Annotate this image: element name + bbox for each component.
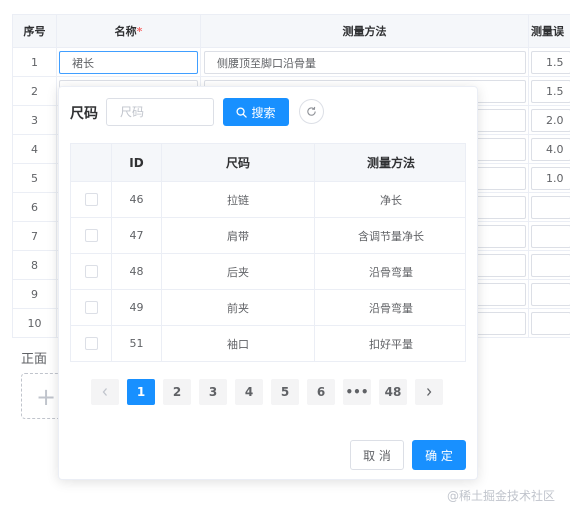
- next-page-button[interactable]: [415, 379, 443, 405]
- size-cell: 后夹: [161, 254, 314, 289]
- error-input[interactable]: [531, 225, 570, 248]
- size-table-row[interactable]: 51 袖口 扣好平量: [71, 326, 465, 362]
- size-search-input[interactable]: [106, 98, 214, 126]
- header-method: 测量方法: [314, 144, 467, 181]
- search-button[interactable]: 搜索: [223, 98, 289, 126]
- row-checkbox[interactable]: [84, 193, 98, 206]
- plus-icon: +: [36, 383, 57, 411]
- seq-cell: 8: [12, 251, 56, 279]
- header-name: 名称 *: [56, 15, 200, 47]
- page-button[interactable]: 3: [199, 379, 227, 405]
- method-input[interactable]: 侧腰顶至脚口沿骨量: [204, 51, 526, 74]
- search-label: 尺码: [70, 106, 98, 122]
- seq-cell: 6: [12, 193, 56, 221]
- error-input[interactable]: 1.5: [531, 51, 570, 74]
- seq-cell: 4: [12, 135, 56, 163]
- confirm-button[interactable]: 确 定: [412, 440, 466, 470]
- size-cell: 拉链: [161, 182, 314, 217]
- error-input[interactable]: [531, 196, 570, 219]
- chevron-right-icon: [427, 388, 432, 396]
- watermark: @稀土掘金技术社区: [447, 489, 556, 503]
- chevron-left-icon: [102, 388, 107, 396]
- error-input[interactable]: 2.0: [531, 109, 570, 132]
- page-button[interactable]: 5: [271, 379, 299, 405]
- size-cell: 袖口: [161, 326, 314, 361]
- size-table-row[interactable]: 46 拉链 净长: [71, 182, 465, 218]
- row-checkbox[interactable]: [84, 229, 98, 242]
- size-table-header: ID 尺码 测量方法: [71, 144, 465, 182]
- page-button[interactable]: 1: [127, 379, 155, 405]
- error-input[interactable]: 1.5: [531, 80, 570, 103]
- seq-cell: 10: [12, 309, 56, 337]
- error-input[interactable]: [531, 312, 570, 335]
- size-table-row[interactable]: 49 前夹 沿骨弯量: [71, 290, 465, 326]
- row-checkbox[interactable]: [84, 337, 98, 350]
- id-cell: 49: [111, 290, 161, 325]
- pagination: 1 2 3 4 5 6 ••• 48: [91, 379, 443, 405]
- last-page-button[interactable]: 48: [379, 379, 407, 405]
- size-table-row[interactable]: 47 肩带 含调节量净长: [71, 218, 465, 254]
- seq-cell: 2: [12, 77, 56, 105]
- page-button[interactable]: 6: [307, 379, 335, 405]
- name-input[interactable]: 裙长: [59, 51, 198, 74]
- header-size: 尺码: [161, 144, 314, 181]
- table-header: 序号 名称 * 测量方法 测量误: [12, 14, 570, 48]
- error-input[interactable]: [531, 254, 570, 277]
- seq-cell: 7: [12, 222, 56, 250]
- front-label: 正面: [21, 352, 48, 367]
- more-pages-button[interactable]: •••: [343, 379, 371, 405]
- size-table-row[interactable]: 48 后夹 沿骨弯量: [71, 254, 465, 290]
- seq-cell: 1: [12, 48, 56, 76]
- size-picker-popover: 尺码 搜索 ID 尺码 测量方法 46 拉链 净长 47 肩带: [58, 86, 478, 480]
- id-cell: 46: [111, 182, 161, 217]
- refresh-icon: [307, 106, 316, 116]
- refresh-button[interactable]: [299, 99, 324, 124]
- header-id: ID: [111, 144, 161, 181]
- seq-cell: 9: [12, 280, 56, 308]
- header-select: [71, 144, 111, 181]
- prev-page-button[interactable]: [91, 379, 119, 405]
- seq-cell: 5: [12, 164, 56, 192]
- seq-cell: 3: [12, 106, 56, 134]
- page-button[interactable]: 4: [235, 379, 263, 405]
- header-method: 测量方法: [200, 15, 528, 47]
- method-cell: 扣好平量: [314, 326, 467, 361]
- id-cell: 47: [111, 218, 161, 253]
- page-button[interactable]: 2: [163, 379, 191, 405]
- size-cell: 前夹: [161, 290, 314, 325]
- id-cell: 51: [111, 326, 161, 361]
- search-icon: [236, 106, 248, 118]
- header-seq: 序号: [12, 15, 56, 47]
- cancel-button[interactable]: 取 消: [350, 440, 404, 470]
- header-name-label: 名称: [114, 25, 137, 38]
- method-cell: 沿骨弯量: [314, 290, 467, 325]
- required-mark: *: [136, 24, 143, 38]
- method-cell: 沿骨弯量: [314, 254, 467, 289]
- search-button-label: 搜索: [251, 105, 276, 120]
- method-cell: 含调节量净长: [314, 218, 467, 253]
- id-cell: 48: [111, 254, 161, 289]
- table-row: 1 裙长 侧腰顶至脚口沿骨量 1.5: [12, 48, 570, 77]
- size-table: ID 尺码 测量方法 46 拉链 净长 47 肩带 含调节量净长 48 后夹 沿…: [70, 143, 466, 362]
- size-cell: 肩带: [161, 218, 314, 253]
- row-checkbox[interactable]: [84, 301, 98, 314]
- row-checkbox[interactable]: [84, 265, 98, 278]
- method-cell: 净长: [314, 182, 467, 217]
- header-error: 测量误: [528, 15, 570, 47]
- error-input[interactable]: 1.0: [531, 167, 570, 190]
- error-input[interactable]: [531, 283, 570, 306]
- error-input[interactable]: 4.0: [531, 138, 570, 161]
